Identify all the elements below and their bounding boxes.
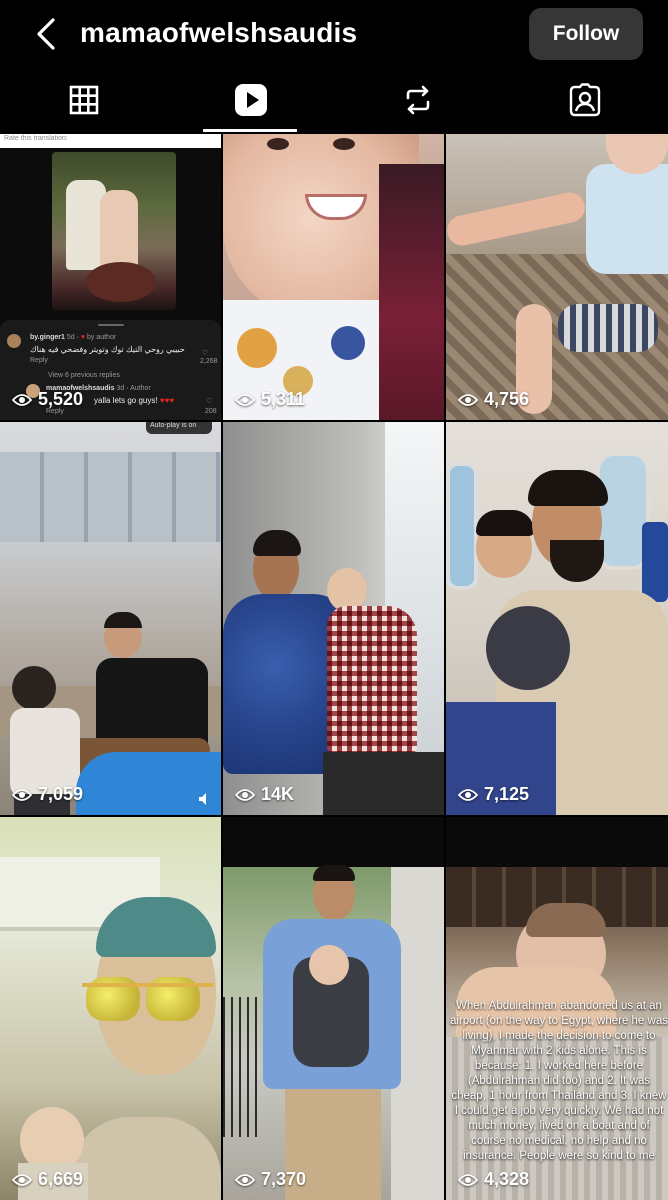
reel-tile[interactable]: 14K: [223, 422, 444, 815]
comment-1-meta: by.ginger1 5d · ♥ by author: [30, 334, 117, 341]
active-tab-indicator: [203, 129, 297, 132]
view-count: 4,756: [458, 389, 529, 410]
chevron-left-icon: [37, 18, 55, 50]
follow-button[interactable]: Follow: [529, 8, 643, 60]
eye-icon: [458, 788, 478, 801]
view-count: 7,059: [12, 784, 83, 805]
reel-tile[interactable]: 7,125: [446, 422, 668, 815]
profile-tabs: [0, 68, 668, 132]
eye-icon: [458, 1173, 478, 1186]
reel-tile[interactable]: 6,669: [0, 817, 221, 1200]
tab-tagged[interactable]: [501, 68, 668, 132]
grid-icon: [69, 85, 98, 115]
eye-icon: [458, 393, 478, 406]
reels-play-icon: [234, 84, 267, 116]
eye-icon: [12, 788, 32, 801]
translate-prompt: Rate this translation:: [4, 135, 68, 142]
comment-1-text: حبيبي روحي التيك توك وتويتر وفضحي فيه هن…: [30, 345, 185, 354]
profile-username: mamaofwelshsaudis: [80, 17, 358, 48]
view-count: 4,328: [458, 1169, 529, 1190]
reel-tile[interactable]: 5,311: [223, 134, 444, 420]
comment-2-likes: 208: [205, 408, 217, 415]
view-count: 14K: [235, 784, 294, 805]
view-replies-link[interactable]: View 6 previous replies: [48, 372, 120, 379]
comment-2-text: yalla lets go guys! ♥♥♥: [94, 396, 175, 405]
reel-tile[interactable]: Auto-play is on 7,059: [0, 422, 221, 815]
comment-1-reply[interactable]: Reply: [30, 357, 48, 364]
mute-icon[interactable]: [198, 792, 212, 806]
eye-icon: [235, 393, 255, 406]
comment-heart-icon[interactable]: ♡: [202, 349, 208, 357]
eye-icon: [12, 1173, 32, 1186]
profile-header: mamaofwelshsaudis Follow: [0, 0, 668, 68]
tagged-person-icon: [569, 83, 600, 117]
reels-grid: Rate this translation: by.ginger1 5d · ♥…: [0, 134, 668, 1200]
tab-reels[interactable]: [167, 68, 334, 132]
repost-icon: [406, 85, 429, 115]
view-count: 7,125: [458, 784, 529, 805]
view-count: 6,669: [12, 1169, 83, 1190]
reel-tile[interactable]: 4,756: [446, 134, 668, 420]
caption-overlay: When Abdulrahman abandoned us at an airp…: [450, 1000, 668, 1162]
autoplay-label: Auto-play is on: [150, 422, 197, 429]
view-count: 5,520: [12, 389, 83, 410]
tab-reposts[interactable]: [334, 68, 501, 132]
view-count: 7,370: [235, 1169, 306, 1190]
reel-tile[interactable]: Rate this translation: by.ginger1 5d · ♥…: [0, 134, 221, 420]
back-button[interactable]: [26, 12, 66, 56]
eye-icon: [235, 1173, 255, 1186]
view-count: 5,311: [235, 389, 305, 410]
eye-icon: [12, 393, 32, 406]
comment-heart-icon[interactable]: ♡: [206, 397, 212, 405]
reel-tile[interactable]: 7,370: [223, 817, 444, 1200]
eye-icon: [235, 788, 255, 801]
reel-tile[interactable]: When Abdulrahman abandoned us at an airp…: [446, 817, 668, 1200]
tab-grid[interactable]: [0, 68, 167, 132]
comment-1-likes: 2,268: [200, 358, 218, 365]
